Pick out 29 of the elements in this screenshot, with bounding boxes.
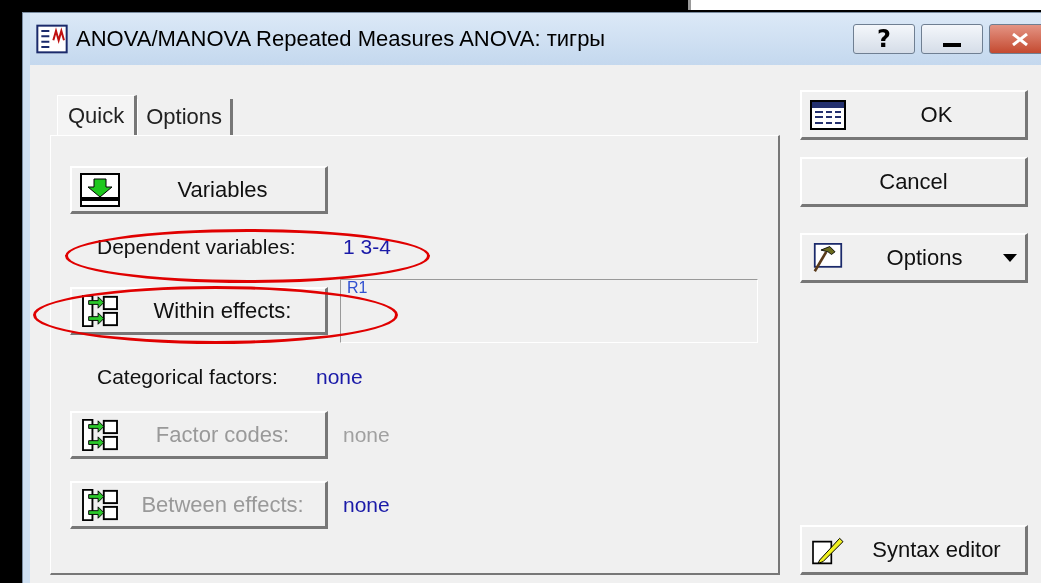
close-icon	[1012, 32, 1028, 46]
app-icon	[36, 24, 68, 54]
effects-button[interactable]: Within effects:	[70, 287, 328, 335]
minimize-button[interactable]	[921, 24, 983, 54]
caret-icon	[1003, 253, 1017, 262]
effect-name: R1	[347, 279, 368, 296]
tab[interactable]: Options	[137, 99, 234, 135]
field-value: none	[343, 493, 390, 517]
dialog-button[interactable]: OK	[800, 90, 1028, 140]
arrows-boxes-icon	[80, 293, 120, 328]
field-value: 1 3-4	[343, 234, 391, 259]
variables-button[interactable]: Variables	[70, 166, 328, 214]
effects-list-box[interactable]: R1	[340, 279, 758, 343]
dialog-button[interactable]: Options	[800, 233, 1028, 283]
table-icon	[810, 99, 846, 130]
dialog-button[interactable]: Cancel	[800, 157, 1028, 207]
monitor-arrow-icon	[80, 172, 120, 207]
help-button[interactable]: ?	[853, 24, 915, 54]
window-title: ANOVA/MANOVA Repeated Measures ANOVA: тигры	[76, 26, 606, 52]
field-value: none	[316, 365, 363, 389]
field-label: Dependent variables:	[96, 234, 297, 259]
close-button[interactable]	[989, 24, 1041, 54]
tab[interactable]: Quick	[57, 95, 138, 135]
arrows-boxes-icon	[80, 417, 120, 452]
dialog-button[interactable]: Syntax editor	[800, 525, 1028, 575]
minimize-icon	[943, 43, 961, 47]
arrows-boxes-icon	[80, 487, 120, 522]
field-label: Categorical factors:	[96, 365, 279, 389]
field-value: none	[343, 423, 390, 447]
